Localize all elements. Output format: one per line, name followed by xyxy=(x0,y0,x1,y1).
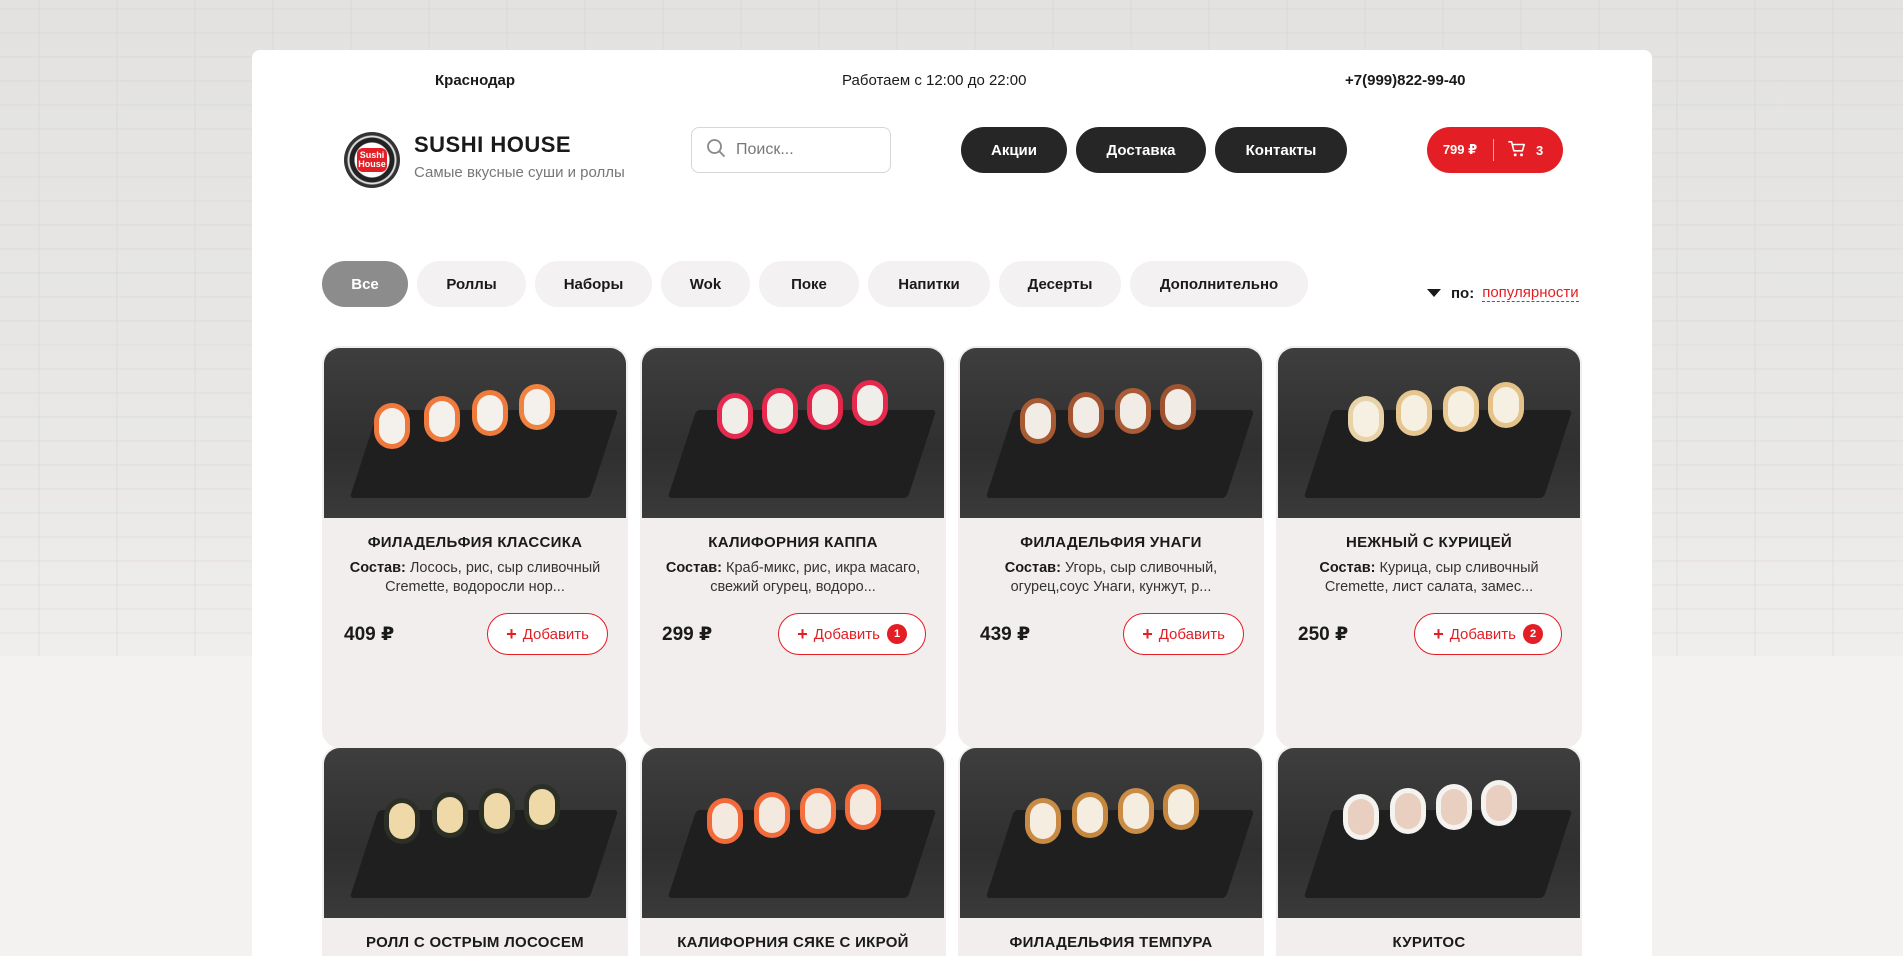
brand-tagline: Самые вкусные суши и роллы xyxy=(414,164,625,181)
product-card[interactable]: Куритос xyxy=(1276,746,1582,956)
tab-wok[interactable]: Wok xyxy=(661,261,750,307)
add-to-cart-button[interactable]: + Добавить 2 xyxy=(1414,613,1562,655)
product-image xyxy=(960,748,1262,918)
cart-count: 3 xyxy=(1536,142,1544,158)
brand-name: SUSHI HOUSE xyxy=(414,132,572,157)
product-image xyxy=(960,348,1262,518)
nav-contacts-button[interactable]: Контакты xyxy=(1215,127,1347,173)
working-hours: Работаем с 12:00 до 22:00 xyxy=(842,72,1027,89)
product-description: Состав: Краб-микс, рис, икра масаго, све… xyxy=(665,560,921,595)
logo-text: Sushi House xyxy=(357,148,387,172)
quantity-badge: 1 xyxy=(887,624,907,644)
add-to-cart-button[interactable]: + Добавить xyxy=(1123,613,1244,655)
product-image xyxy=(1278,748,1580,918)
search-input[interactable] xyxy=(736,141,876,159)
tab-drinks[interactable]: Напитки xyxy=(868,261,990,307)
product-image xyxy=(642,348,944,518)
product-price: 250 ₽ xyxy=(1298,624,1349,645)
product-title: Ролл с острым лососем xyxy=(366,934,584,951)
product-image xyxy=(324,348,626,518)
tab-all[interactable]: Все xyxy=(322,261,408,307)
add-to-cart-button[interactable]: + Добавить xyxy=(487,613,608,655)
logo[interactable]: Sushi House xyxy=(344,132,400,188)
nav-delivery-button[interactable]: Доставка xyxy=(1076,127,1206,173)
sort-label: по: xyxy=(1451,284,1475,302)
tab-poke[interactable]: Поке xyxy=(759,261,859,307)
product-price: 439 ₽ xyxy=(980,624,1031,645)
add-to-cart-button[interactable]: + Добавить 1 xyxy=(778,613,926,655)
page-container: Краснодар Работаем с 12:00 до 22:00 +7(9… xyxy=(252,50,1652,956)
product-card[interactable]: Филадельфия унаги Состав: Угорь, сыр сли… xyxy=(958,346,1264,748)
product-price: 299 ₽ xyxy=(662,624,713,645)
product-card[interactable]: Нежный с курицей Состав: Курица, сыр сли… xyxy=(1276,346,1582,748)
sort-control[interactable]: по: популярности xyxy=(1427,284,1579,302)
plus-icon: + xyxy=(1433,623,1444,644)
search-box[interactable] xyxy=(691,127,891,173)
product-description: Состав: Лосось, рис, сыр сливочный Creme… xyxy=(349,560,601,595)
product-description: Состав: Курица, сыр сливочный Cremette, … xyxy=(1319,560,1539,595)
tab-extras[interactable]: Дополнительно xyxy=(1130,261,1308,307)
sort-value[interactable]: популярности xyxy=(1482,284,1579,302)
product-card[interactable]: Филадельфия темпура xyxy=(958,746,1264,956)
plus-icon: + xyxy=(797,623,808,644)
tab-sets[interactable]: Наборы xyxy=(535,261,652,307)
product-card[interactable]: Ролл с острым лососем xyxy=(322,746,628,956)
city-selector[interactable]: Краснодар xyxy=(435,72,515,89)
product-title: Филадельфия классика xyxy=(367,534,583,551)
search-icon xyxy=(706,138,726,163)
product-image xyxy=(324,748,626,918)
product-image xyxy=(642,748,944,918)
product-title: Куритос xyxy=(1392,934,1466,951)
tab-desserts[interactable]: Десерты xyxy=(999,261,1121,307)
cart-button[interactable]: 799 ₽ 3 xyxy=(1427,127,1563,173)
product-card[interactable]: Филадельфия классика Состав: Лосось, рис… xyxy=(322,346,628,748)
product-card[interactable]: Калифорния сяке с икрой xyxy=(640,746,946,956)
product-title: Филадельфия темпура xyxy=(1009,934,1213,951)
product-description: Состав: Угорь, сыр сливочный, огурец,соу… xyxy=(1004,560,1218,595)
brand-block: SUSHI HOUSE Самые вкусные суши и роллы xyxy=(414,132,625,181)
product-title: Калифорния сяке с икрой xyxy=(677,934,909,951)
product-title: Нежный с курицей xyxy=(1345,534,1513,551)
sort-arrow-icon xyxy=(1427,289,1441,297)
quantity-badge: 2 xyxy=(1523,624,1543,644)
phone-link[interactable]: +7(999)822-99-40 xyxy=(1345,72,1466,89)
cart-icon xyxy=(1508,140,1526,161)
product-title: Филадельфия унаги xyxy=(1020,534,1202,551)
product-title: Калифорния каппа xyxy=(708,534,878,551)
product-price: 409 ₽ xyxy=(344,624,395,645)
top-info-bar: Краснодар Работаем с 12:00 до 22:00 +7(9… xyxy=(252,72,1652,92)
plus-icon: + xyxy=(506,623,517,644)
cart-sum: 799 ₽ xyxy=(1442,142,1478,157)
product-image xyxy=(1278,348,1580,518)
tab-rolls[interactable]: Роллы xyxy=(417,261,526,307)
product-card[interactable]: Калифорния каппа Состав: Краб-микс, рис,… xyxy=(640,346,946,748)
plus-icon: + xyxy=(1142,623,1153,644)
nav-promotions-button[interactable]: Акции xyxy=(961,127,1067,173)
